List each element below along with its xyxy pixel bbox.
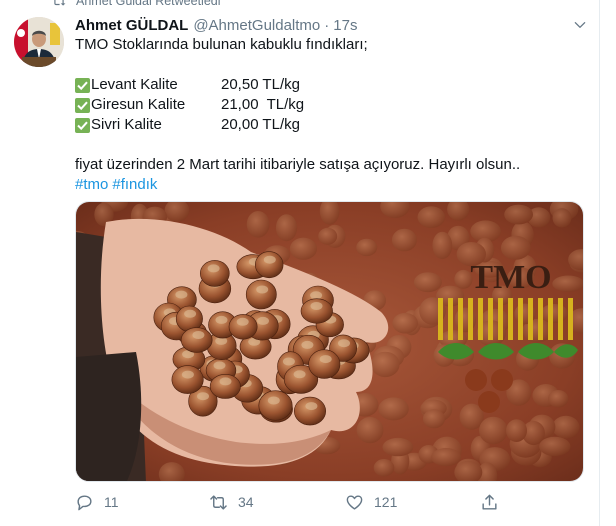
tweet-header: Ahmet GÜLDAL @AhmetGuldaltmo · 17s [75,15,587,35]
product-name: Giresun Kalite [91,96,186,113]
tweet-intro: TMO Stoklarında bulunan kabuklu fındıkla… [75,36,368,53]
tweet-image[interactable]: TMO [75,201,584,482]
logo-text: TMO [470,259,551,296]
product-name: Sivri Kalite [91,116,162,133]
retweet-button[interactable]: 34 [209,491,254,513]
check-mark-icon [75,77,90,93]
product-name: Levant Kalite [91,76,178,93]
share-icon [480,493,509,512]
retweet-context[interactable]: Ahmet Güldal Retweetledi [52,0,221,8]
product-price: 20,50 TL/kg [221,76,300,93]
like-button[interactable]: 121 [345,491,397,513]
product-price: 21,00 TL/kg [221,96,305,113]
check-mark-icon [75,97,90,113]
reply-icon [75,493,104,512]
reply-count: 11 [104,494,119,510]
heart-icon [345,493,374,512]
timestamp[interactable]: 17s [333,17,357,34]
tweet-closing: fiyat üzerinden 2 Mart tarihi itibariyle… [75,156,521,173]
retweet-count: 34 [238,494,254,510]
product-line: Giresun Kalite 21,00 TL/kg [75,95,585,115]
author-name[interactable]: Ahmet GÜLDAL [75,17,188,34]
tweet-card[interactable]: Ahmet Güldal Retweetledi Ahmet GÜLDAL @A… [0,0,600,526]
check-mark-icon [75,117,90,133]
retweet-icon [52,0,66,7]
hashtag-link[interactable]: #fındık [112,176,157,193]
like-count: 121 [374,494,398,510]
hazelnut-photo: TMO [76,202,583,481]
avatar[interactable] [14,17,64,67]
product-price: 20,00 TL/kg [221,116,300,133]
retweet-label: Ahmet Güldal Retweetledi [76,0,221,8]
product-line: Levant Kalite 20,50 TL/kg [75,75,585,95]
share-button[interactable] [480,491,509,513]
reply-button[interactable]: 11 [75,491,119,513]
product-line: Sivri Kalite 20,00 TL/kg [75,115,585,135]
chevron-down-icon[interactable] [573,18,587,32]
separator: · [324,16,330,34]
hashtags: #tmo #fındık [75,175,585,195]
retweet-icon [209,493,238,512]
tweet-text: TMO Stoklarında bulunan kabuklu fındıkla… [75,35,585,195]
hashtag-link[interactable]: #tmo [75,176,108,193]
tweet-content: Ahmet GÜLDAL @AhmetGuldaltmo · 17s TMO S… [75,15,587,195]
tweet-actions: 11 34 121 [75,491,505,513]
author-handle[interactable]: @AhmetGuldaltmo [193,17,320,34]
